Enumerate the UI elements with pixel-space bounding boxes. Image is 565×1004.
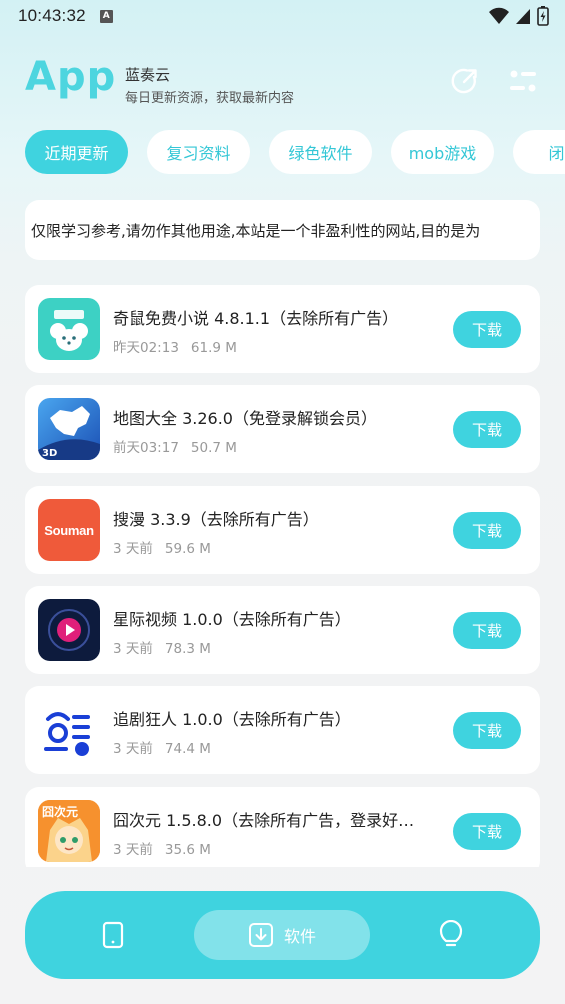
nav-ideas[interactable] xyxy=(423,891,479,979)
update-time: 前天03:17 xyxy=(113,440,179,456)
map-icon: 3D xyxy=(38,398,100,460)
tab-retreat[interactable]: 闭关 xyxy=(513,130,565,174)
download-button[interactable]: 下载 xyxy=(453,612,521,649)
battery-icon xyxy=(537,6,549,26)
page-title: 蓝奏云 xyxy=(125,66,171,84)
status-icons xyxy=(489,6,549,26)
settings-sliders-icon xyxy=(510,70,536,92)
nav-device[interactable] xyxy=(85,891,141,979)
file-size: 78.3 M xyxy=(164,641,211,657)
zhuiju-icon xyxy=(38,699,100,761)
file-size: 59.6 M xyxy=(164,541,211,557)
share-button[interactable] xyxy=(448,64,482,98)
download-button[interactable]: 下载 xyxy=(453,712,521,749)
update-time: 3 天前 xyxy=(113,541,153,557)
category-tabs: 近期更新 复习资料 绿色软件 mob游戏 闭关 xyxy=(25,130,565,174)
page-subtitle: 每日更新资源，获取最新内容 xyxy=(125,91,295,106)
share-icon xyxy=(451,68,477,94)
app-title: 星际视频 1.0.0（去除所有广告） xyxy=(113,610,351,629)
notice-banner: 仅限学习参考,请勿作其他用途,本站是一个非盈利性的网站,目的是为 xyxy=(25,200,540,260)
jiongciyuan-icon-text: 囧次元 xyxy=(42,805,79,819)
app-meta: 3 天前 78.3 M xyxy=(113,637,211,657)
download-box-icon xyxy=(248,923,273,947)
status-time: 10:43:32 xyxy=(18,6,86,25)
app-list: 奇鼠免费小说 4.8.1.1（去除所有广告） 昨天02:13 61.9 M 下载 … xyxy=(25,285,540,867)
download-button[interactable]: 下载 xyxy=(453,512,521,549)
update-time: 3 天前 xyxy=(113,741,153,757)
xingji-icon xyxy=(38,599,100,661)
update-time: 3 天前 xyxy=(113,641,153,657)
app-title: 奇鼠免费小说 4.8.1.1（去除所有广告） xyxy=(113,309,399,328)
app-title: 囧次元 1.5.8.0（去除所有广告，登录好… xyxy=(113,811,415,830)
nav-software[interactable]: 软件 xyxy=(194,910,370,960)
update-time: 昨天02:13 xyxy=(113,340,179,356)
file-size: 74.4 M xyxy=(164,741,211,757)
tab-mob-games[interactable]: mob游戏 xyxy=(391,130,494,174)
nav-software-label: 软件 xyxy=(283,927,316,946)
app-meta: 3 天前 35.6 M xyxy=(113,838,211,858)
file-size: 50.7 M xyxy=(190,440,237,456)
app-title: 地图大全 3.26.0（免登录解锁会员） xyxy=(113,409,377,428)
download-button[interactable]: 下载 xyxy=(453,311,521,348)
file-size: 35.6 M xyxy=(164,842,211,858)
download-button[interactable]: 下载 xyxy=(453,813,521,850)
wifi-icon xyxy=(489,7,509,24)
souman-icon: Souman xyxy=(38,499,100,561)
tab-recent[interactable]: 近期更新 xyxy=(25,130,128,174)
list-item[interactable]: 追剧狂人 1.0.0（去除所有广告） 3 天前 74.4 M 下载 xyxy=(25,686,540,774)
lightbulb-icon xyxy=(439,920,463,947)
svg-text:3D: 3D xyxy=(42,448,57,459)
download-button[interactable]: 下载 xyxy=(453,411,521,448)
list-item[interactable]: Souman 搜漫 3.3.9（去除所有广告） 3 天前 59.6 M 下载 xyxy=(25,486,540,574)
list-item[interactable]: 星际视频 1.0.0（去除所有广告） 3 天前 78.3 M 下载 xyxy=(25,586,540,674)
qishu-icon xyxy=(38,298,100,360)
list-item[interactable]: 囧次元 囧次元 1.5.8.0（去除所有广告，登录好… 3 天前 35.6 M 下… xyxy=(25,787,540,867)
signal-icon xyxy=(516,9,530,24)
app-meta: 前天03:17 50.7 M xyxy=(113,436,237,456)
notification-a-icon: A xyxy=(99,9,113,23)
app-title: 搜漫 3.3.9（去除所有广告） xyxy=(113,510,319,529)
list-item[interactable]: 3D 地图大全 3.26.0（免登录解锁会员） 前天03:17 50.7 M 下载 xyxy=(25,385,540,473)
update-time: 3 天前 xyxy=(113,842,153,858)
app-meta: 3 天前 59.6 M xyxy=(113,537,211,557)
status-bar: 10:43:32 A xyxy=(0,0,565,32)
app-meta: 昨天02:13 61.9 M xyxy=(113,336,237,356)
app-title: 追剧狂人 1.0.0（去除所有广告） xyxy=(113,710,351,729)
notice-text: 仅限学习参考,请勿作其他用途,本站是一个非盈利性的网站,目的是为 xyxy=(31,222,481,240)
app-logo: App xyxy=(25,54,117,100)
list-item[interactable]: 奇鼠免费小说 4.8.1.1（去除所有广告） 昨天02:13 61.9 M 下载 xyxy=(25,285,540,373)
bottom-nav: 软件 xyxy=(25,891,540,979)
jiongciyuan-icon: 囧次元 xyxy=(38,800,100,862)
app-meta: 3 天前 74.4 M xyxy=(113,737,211,757)
file-size: 61.9 M xyxy=(190,340,237,356)
tab-green-software[interactable]: 绿色软件 xyxy=(269,130,372,174)
menu-button[interactable] xyxy=(506,64,540,98)
phone-icon xyxy=(102,921,124,949)
header: App 蓝奏云 每日更新资源，获取最新内容 xyxy=(0,50,565,114)
souman-icon-text: Souman xyxy=(44,522,94,538)
tab-study[interactable]: 复习资料 xyxy=(147,130,250,174)
